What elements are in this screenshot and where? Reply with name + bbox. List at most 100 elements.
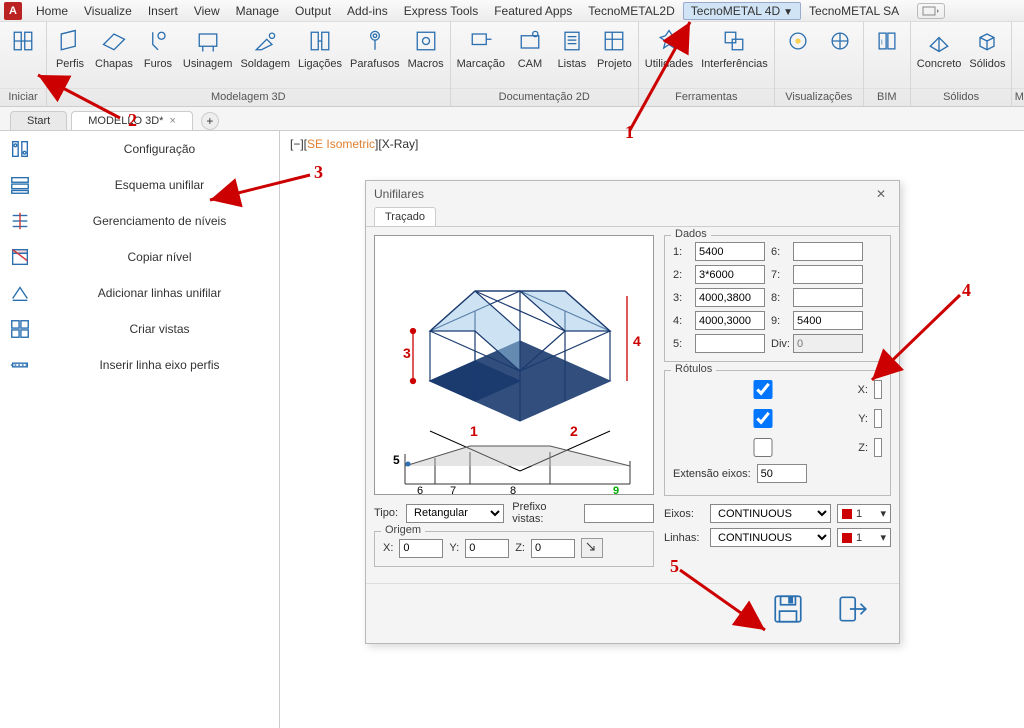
tool-marcacao[interactable]: Marcação	[457, 26, 505, 70]
save-button[interactable]	[771, 592, 805, 629]
sidebar-item-adicionar[interactable]: Adicionar linhas unifilar	[0, 275, 279, 311]
utilidades-icon	[654, 26, 684, 56]
prefixo-input[interactable]	[584, 504, 654, 523]
perfis-icon	[55, 26, 85, 56]
tool-perfis[interactable]: Perfis	[53, 26, 87, 70]
view-info[interactable]: [−][SE Isometric][X-Ray]	[290, 137, 418, 151]
ribbon-panel-iniciar: Iniciar	[0, 22, 47, 106]
tool-label: Sólidos	[969, 58, 1005, 70]
sidebar-item-eixo[interactable]: Inserir linha eixo perfis	[0, 347, 279, 383]
tool-vis1[interactable]	[781, 26, 815, 56]
tool-projeto[interactable]: Projeto	[597, 26, 632, 70]
extensao-input[interactable]	[757, 464, 807, 483]
file-tab-start[interactable]: Start	[10, 111, 67, 130]
menu-view[interactable]: View	[186, 2, 228, 20]
tool-label: Furos	[144, 58, 172, 70]
tool-listas[interactable]: Listas	[555, 26, 589, 70]
annotation-3: 3	[314, 162, 323, 183]
dados-4-input[interactable]	[695, 311, 765, 330]
preview-diagram: 3 4 1 2 5 6 7 8 9	[374, 235, 654, 495]
menu-manage[interactable]: Manage	[228, 2, 287, 20]
rotulos-x-check[interactable]	[677, 380, 849, 399]
origem-legend: Origem	[381, 524, 425, 536]
vis1-icon	[783, 26, 813, 56]
dados-6-input[interactable]	[793, 242, 863, 261]
tool-chapas[interactable]: Chapas	[95, 26, 133, 70]
tool-bim[interactable]: I	[870, 26, 904, 56]
menu-visualize[interactable]: Visualize	[76, 2, 140, 20]
svg-text:5: 5	[393, 453, 400, 467]
menu-add-ins[interactable]: Add-ins	[339, 2, 396, 20]
pick-point-button[interactable]	[581, 538, 603, 558]
soldagem-icon	[250, 26, 280, 56]
file-tabs: StartMODELLO 3D*× +	[0, 107, 1024, 131]
view-control-icon[interactable]	[917, 3, 945, 19]
tool-manuais[interactable]	[1018, 26, 1024, 56]
rotulos-z-input[interactable]	[874, 438, 882, 457]
close-icon[interactable]: ✕	[871, 187, 891, 201]
sidebar-item-copiar[interactable]: Copiar nível	[0, 239, 279, 275]
ribbon-panel-sólidos: ConcretoSólidosSólidos	[911, 22, 1013, 106]
tool-soldagem[interactable]: Soldagem	[240, 26, 290, 70]
tool-solidos[interactable]: Sólidos	[969, 26, 1005, 70]
tool-usinagem[interactable]: Usinagem	[183, 26, 233, 70]
dialog-title: Unifilares	[374, 187, 424, 201]
eixos-select[interactable]: CONTINUOUS	[710, 504, 831, 523]
tool-label: Macros	[408, 58, 444, 70]
tool-vis2[interactable]	[823, 26, 857, 56]
origem-y-input[interactable]	[465, 539, 509, 558]
dados-2-input[interactable]	[695, 265, 765, 284]
menu-tecnometal-sa[interactable]: TecnoMETAL SA	[801, 2, 907, 20]
sidebar-item-label: Gerenciamento de níveis	[40, 214, 279, 228]
menu-home[interactable]: Home	[28, 2, 76, 20]
menu-insert[interactable]: Insert	[140, 2, 186, 20]
projeto-icon	[599, 26, 629, 56]
tool-interferencias[interactable]: Interferências	[701, 26, 768, 70]
dados-3-input[interactable]	[695, 288, 765, 307]
dados-8-input[interactable]	[793, 288, 863, 307]
rotulos-x-input[interactable]	[874, 380, 882, 399]
dados-9-input[interactable]	[793, 311, 863, 330]
origem-z-input[interactable]	[531, 539, 575, 558]
dados-legend: Dados	[671, 228, 711, 240]
linhas-color-select[interactable]: 1▾	[837, 528, 891, 547]
close-tab-icon[interactable]: ×	[169, 115, 175, 127]
tool-macros[interactable]: Macros	[408, 26, 444, 70]
solidos-icon	[972, 26, 1002, 56]
exit-button[interactable]	[835, 592, 869, 629]
menu-express-tools[interactable]: Express Tools	[396, 2, 486, 20]
tab-tracado[interactable]: Traçado	[374, 207, 436, 226]
rotulos-y-check[interactable]	[677, 409, 849, 428]
linhas-select[interactable]: CONTINUOUS	[710, 528, 831, 547]
dados-1-input[interactable]	[695, 242, 765, 261]
sidebar-item-niveis[interactable]: Gerenciamento de níveis	[0, 203, 279, 239]
tipo-select[interactable]: Retangular	[406, 504, 504, 523]
menu-tecnometal2d[interactable]: TecnoMETAL2D	[580, 2, 682, 20]
ribbon-panel-label: BIM	[864, 88, 910, 106]
parafusos-icon	[360, 26, 390, 56]
tool-parafusos[interactable]: Parafusos	[350, 26, 400, 70]
tool-concreto[interactable]: Concreto	[917, 26, 962, 70]
sidebar-item-esquema[interactable]: Esquema unifilar	[0, 167, 279, 203]
new-tab-button[interactable]: +	[201, 112, 219, 130]
ligacoes-icon	[305, 26, 335, 56]
sidebar-item-config[interactable]: Configuração	[0, 131, 279, 167]
tool-cam[interactable]: CAM	[513, 26, 547, 70]
tool-tecnometal[interactable]	[6, 26, 40, 56]
tool-label: Usinagem	[183, 58, 233, 70]
menu-tecnometal-4d[interactable]: TecnoMETAL 4D▼	[683, 2, 801, 20]
rotulos-z-check[interactable]	[677, 438, 849, 457]
eixos-color-select[interactable]: 1▾	[837, 504, 891, 523]
origem-x-input[interactable]	[399, 539, 443, 558]
dados-5-input[interactable]	[695, 334, 765, 353]
tool-ligacoes[interactable]: Ligações	[298, 26, 342, 70]
dialog-titlebar[interactable]: Unifilares ✕	[366, 181, 899, 207]
tool-utilidades[interactable]: Utilidades	[645, 26, 693, 70]
unifilares-dialog: Unifilares ✕ Traçado	[365, 180, 900, 644]
sidebar-item-vistas[interactable]: Criar vistas	[0, 311, 279, 347]
tool-furos[interactable]: Furos	[141, 26, 175, 70]
menu-featured-apps[interactable]: Featured Apps	[486, 2, 580, 20]
dados-7-input[interactable]	[793, 265, 863, 284]
rotulos-y-input[interactable]	[874, 409, 882, 428]
menu-output[interactable]: Output	[287, 2, 339, 20]
